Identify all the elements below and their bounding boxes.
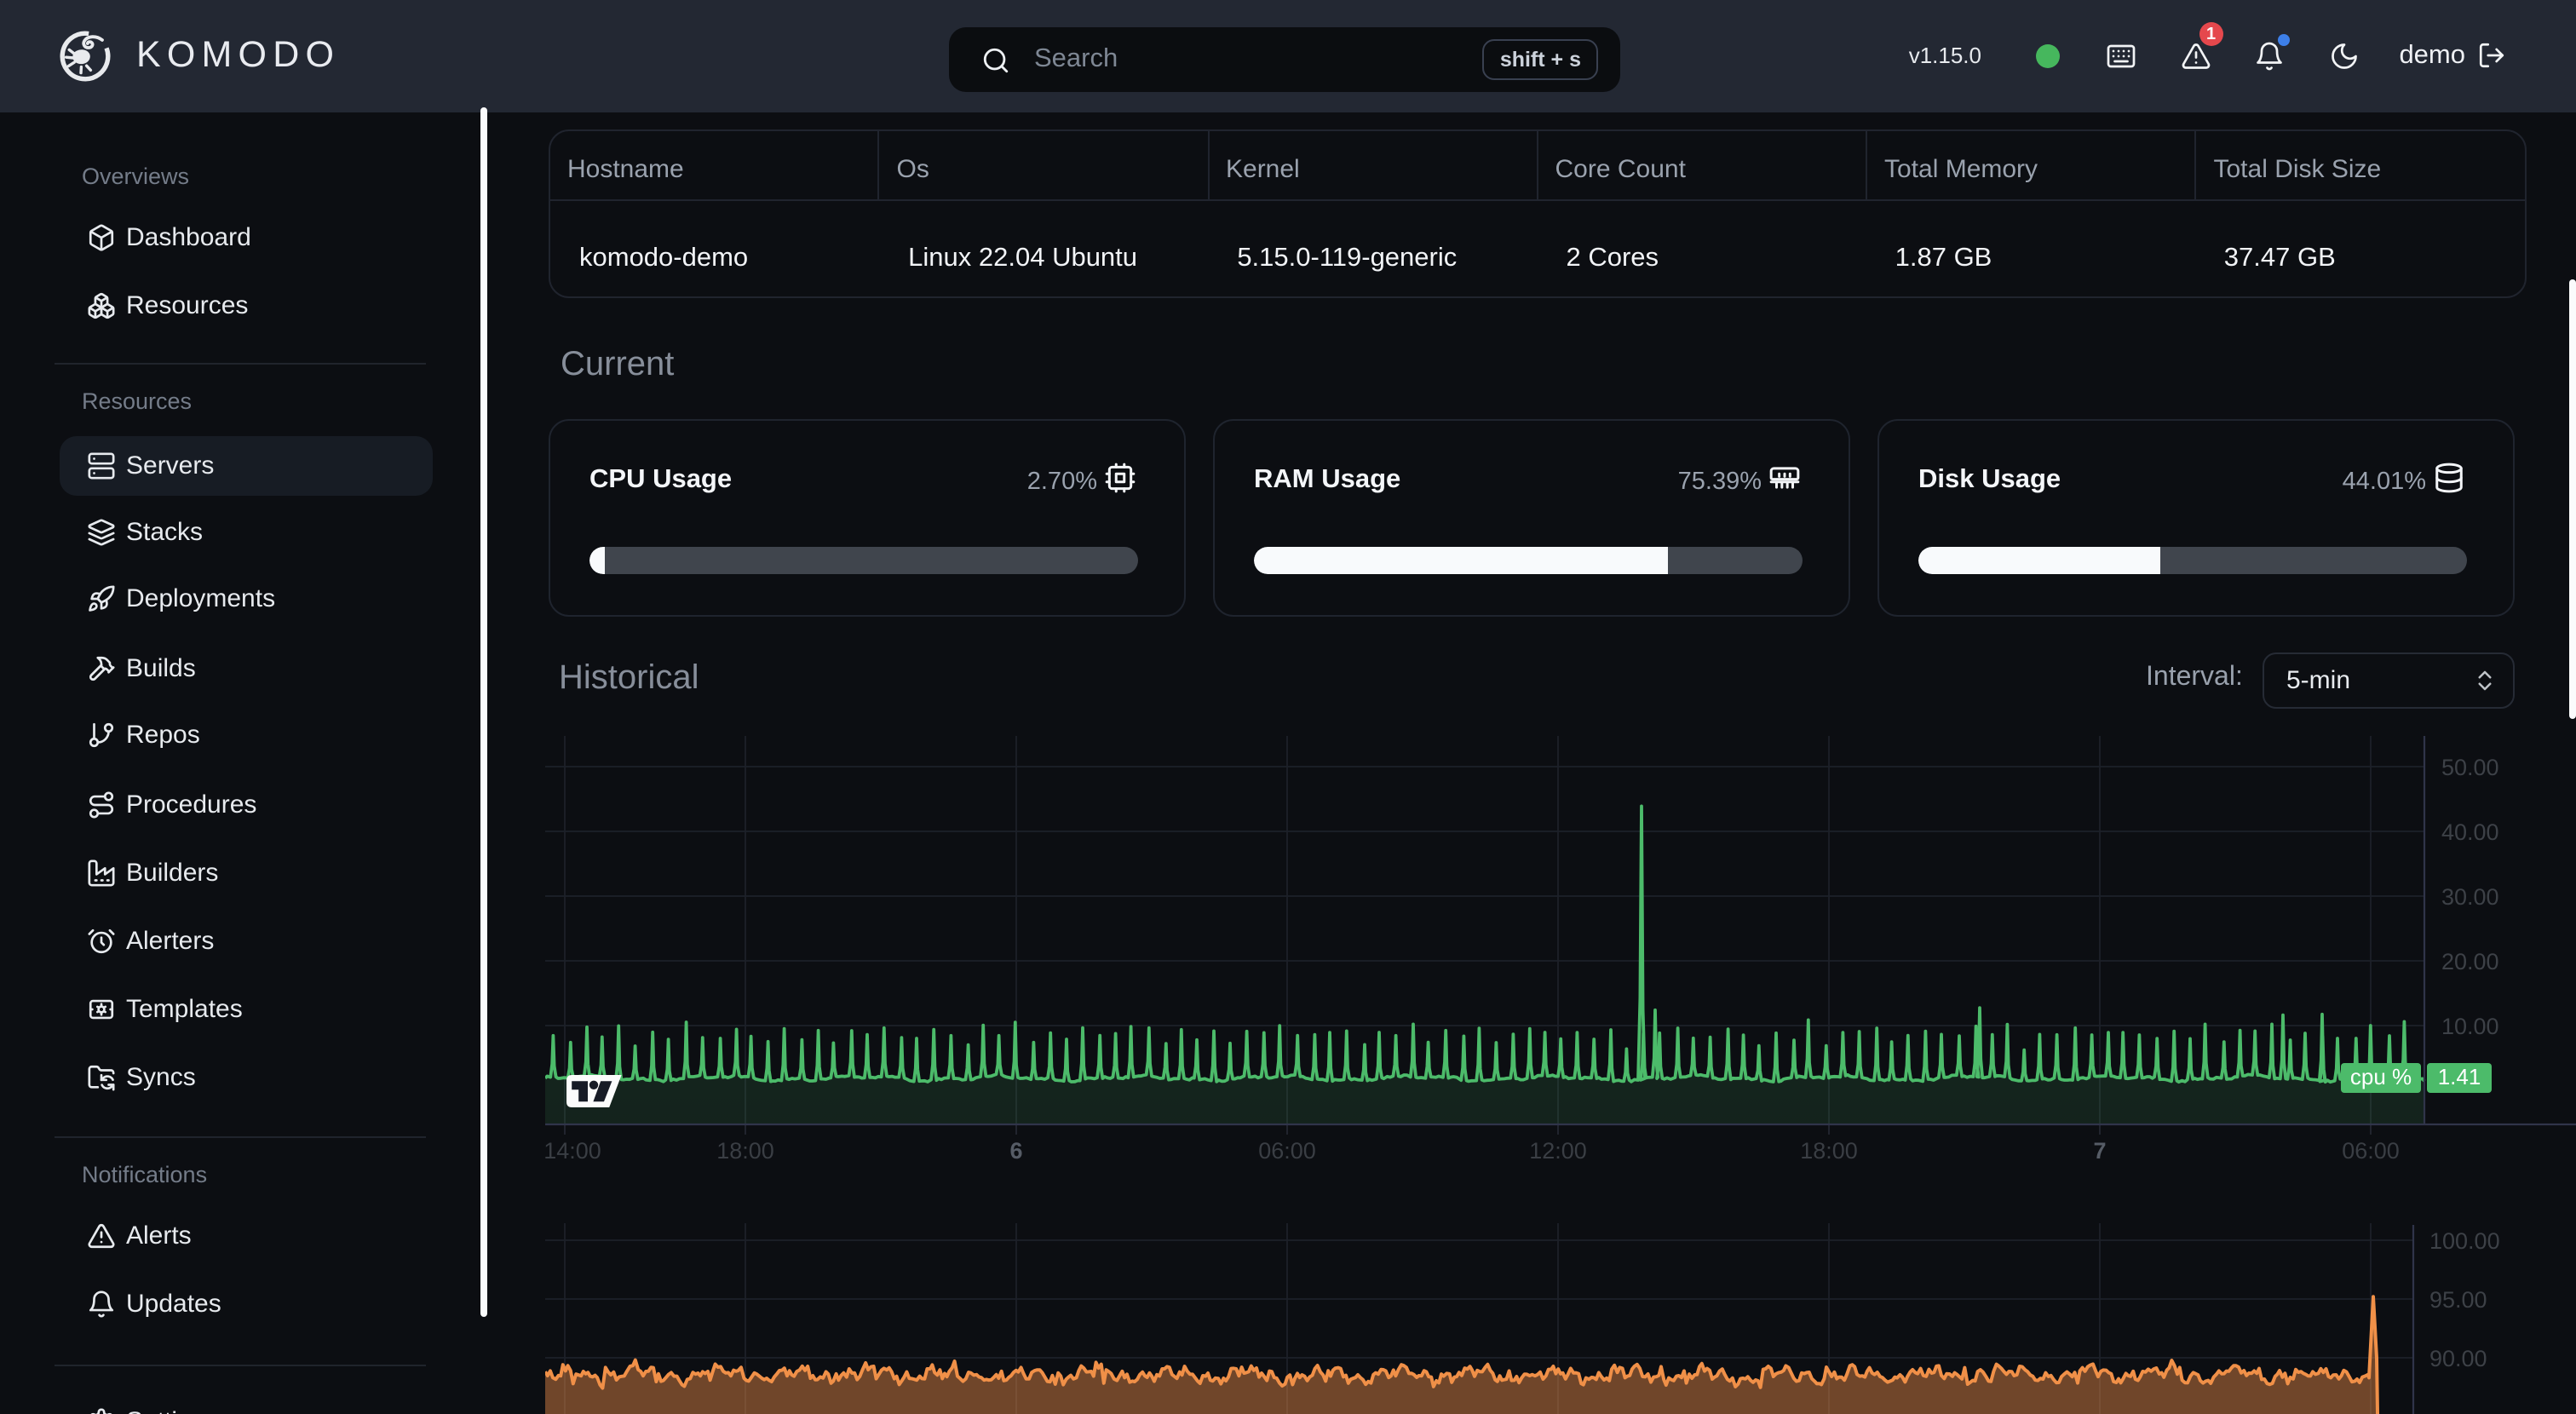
svg-text:100.00: 100.00 [2429,1228,2500,1254]
svg-text:40.00: 40.00 [2441,819,2499,845]
svg-text:20.00: 20.00 [2441,949,2499,974]
svg-text:90.00: 90.00 [2429,1346,2487,1371]
svg-text:06:00: 06:00 [2342,1138,2400,1164]
svg-text:30.00: 30.00 [2441,884,2499,910]
svg-text:06:00: 06:00 [1258,1138,1316,1164]
svg-text:18:00: 18:00 [716,1138,774,1164]
svg-text:95.00: 95.00 [2429,1287,2487,1313]
svg-text:10.00: 10.00 [2441,1014,2499,1039]
svg-text:50.00: 50.00 [2441,755,2499,780]
svg-text:18:00: 18:00 [1800,1138,1858,1164]
svg-text:7: 7 [2093,1138,2106,1164]
svg-text:1.41: 1.41 [2438,1064,2481,1089]
svg-text:cpu %: cpu % [2350,1064,2412,1089]
svg-text:6: 6 [1009,1138,1022,1164]
svg-text:14:00: 14:00 [545,1138,601,1164]
svg-text:12:00: 12:00 [1529,1138,1587,1164]
